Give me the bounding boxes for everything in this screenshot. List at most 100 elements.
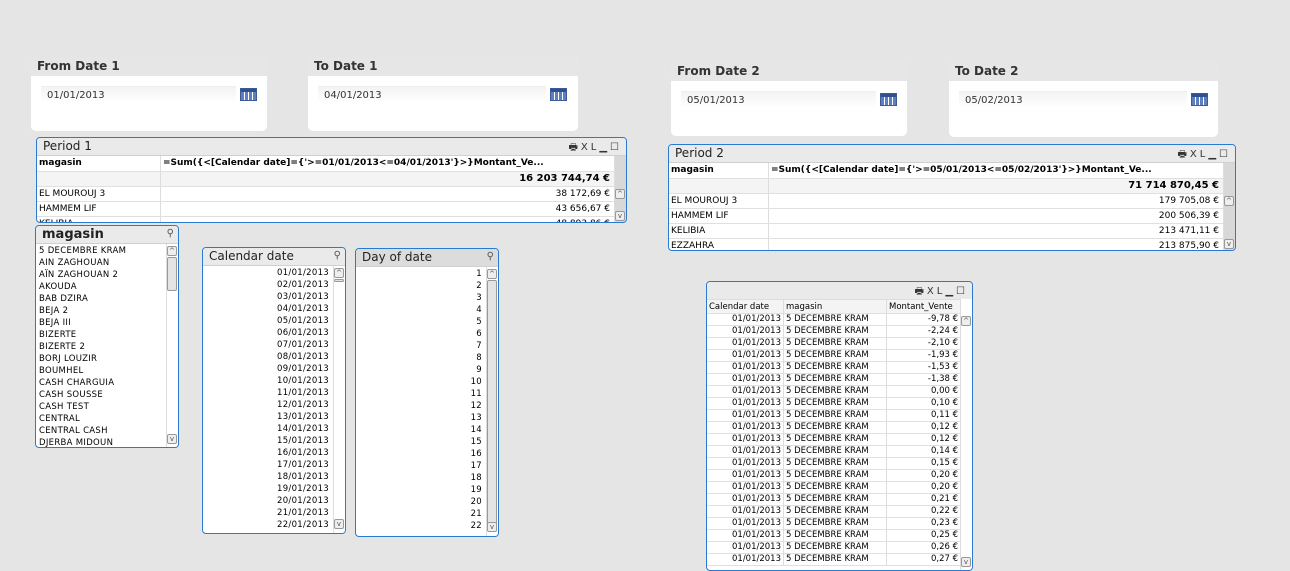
- list-item[interactable]: 11: [359, 388, 482, 400]
- list-item[interactable]: CASH TEST: [39, 401, 162, 413]
- list-item[interactable]: CASH SOUSSE: [39, 389, 162, 401]
- list-item[interactable]: 17: [359, 460, 482, 472]
- scroll-down-button[interactable]: v: [1224, 239, 1234, 249]
- list-item[interactable]: DJERBA MIDOUN: [39, 437, 162, 447]
- scrollbar[interactable]: [1223, 163, 1235, 250]
- to-date-2-input[interactable]: 05/02/2013: [959, 91, 1187, 108]
- column-header[interactable]: magasin: [784, 300, 887, 313]
- list-item[interactable]: 6: [359, 328, 482, 340]
- scroll-up-button[interactable]: ^: [334, 268, 344, 278]
- search-icon[interactable]: ⚲: [167, 228, 174, 239]
- cell-magasin[interactable]: EZZAHRA: [669, 239, 769, 250]
- list-item[interactable]: 1: [359, 268, 482, 280]
- list-item[interactable]: AÏN ZAGHOUAN 2: [39, 269, 162, 281]
- scroll-down-button[interactable]: v: [487, 522, 497, 532]
- scroll-down-button[interactable]: v: [615, 211, 625, 221]
- cell-magasin[interactable]: KELIBIA: [37, 217, 161, 222]
- list-item[interactable]: BEJA 2: [39, 305, 162, 317]
- scrollbar-thumb[interactable]: [487, 280, 497, 530]
- list-item[interactable]: 11/01/2013: [206, 387, 329, 399]
- column-header-magasin[interactable]: magasin: [37, 156, 161, 171]
- list-item[interactable]: 19/01/2013: [206, 483, 329, 495]
- cell-magasin[interactable]: EL MOUROUJ 3: [669, 194, 769, 208]
- maximize-icon[interactable]: ☐: [956, 286, 968, 297]
- list-item[interactable]: 20/01/2013: [206, 495, 329, 507]
- cell-magasin[interactable]: HAMMEM LIF: [37, 202, 161, 216]
- xl-export-icon[interactable]: XL: [581, 142, 599, 153]
- to-date-1-input[interactable]: 04/01/2013: [318, 86, 546, 103]
- from-date-2-input[interactable]: 05/01/2013: [681, 91, 876, 108]
- calendar-icon[interactable]: [550, 88, 567, 101]
- list-item[interactable]: 15/01/2013: [206, 435, 329, 447]
- list-item[interactable]: 7: [359, 340, 482, 352]
- list-item[interactable]: 13/01/2013: [206, 411, 329, 423]
- cell-magasin[interactable]: HAMMEM LIF: [669, 209, 769, 223]
- column-header[interactable]: Montant_Vente: [887, 300, 961, 313]
- list-item[interactable]: 05/01/2013: [206, 315, 329, 327]
- list-item[interactable]: CASH CHARGUIA: [39, 377, 162, 389]
- xl-export-icon[interactable]: XL: [927, 286, 945, 297]
- list-item[interactable]: 20: [359, 496, 482, 508]
- list-item[interactable]: 17/01/2013: [206, 459, 329, 471]
- list-item[interactable]: BIZERTE 2: [39, 341, 162, 353]
- list-item[interactable]: BORJ LOUZIR: [39, 353, 162, 365]
- list-item[interactable]: 21: [359, 508, 482, 520]
- column-header-sum-expression[interactable]: =Sum({<[Calendar date]={'>=05/01/2013<=0…: [769, 163, 1221, 178]
- list-item[interactable]: 13: [359, 412, 482, 424]
- xl-export-icon[interactable]: XL: [1190, 149, 1208, 160]
- list-item[interactable]: AIN ZAGHOUAN: [39, 257, 162, 269]
- scroll-up-button[interactable]: ^: [487, 269, 497, 279]
- cell-magasin[interactable]: KELIBIA: [669, 224, 769, 238]
- list-item[interactable]: 04/01/2013: [206, 303, 329, 315]
- list-item[interactable]: AKOUDA: [39, 281, 162, 293]
- scroll-up-button[interactable]: ^: [961, 316, 971, 326]
- list-item[interactable]: 07/01/2013: [206, 339, 329, 351]
- calendar-icon[interactable]: [880, 93, 897, 106]
- list-item[interactable]: BOUMHEL: [39, 365, 162, 377]
- print-icon[interactable]: 🖶: [914, 286, 926, 297]
- list-item[interactable]: 18/01/2013: [206, 471, 329, 483]
- column-header-sum-expression[interactable]: =Sum({<[Calendar date]={'>=01/01/2013<=0…: [161, 156, 612, 171]
- list-item[interactable]: 4: [359, 304, 482, 316]
- minimize-icon[interactable]: ▁: [945, 286, 956, 297]
- list-item[interactable]: 22/01/2013: [206, 519, 329, 531]
- minimize-icon[interactable]: ▁: [599, 142, 610, 153]
- scroll-down-button[interactable]: v: [961, 557, 971, 567]
- list-item[interactable]: 15: [359, 436, 482, 448]
- list-item[interactable]: 08/01/2013: [206, 351, 329, 363]
- scroll-up-button[interactable]: ^: [615, 189, 625, 199]
- list-item[interactable]: 12: [359, 400, 482, 412]
- list-item[interactable]: 03/01/2013: [206, 291, 329, 303]
- scrollbar-thumb[interactable]: [334, 279, 344, 282]
- list-item[interactable]: 14/01/2013: [206, 423, 329, 435]
- scrollbar[interactable]: [960, 299, 972, 570]
- list-item[interactable]: 19: [359, 484, 482, 496]
- search-icon[interactable]: ⚲: [334, 250, 341, 261]
- list-item[interactable]: 10: [359, 376, 482, 388]
- list-item[interactable]: 9: [359, 364, 482, 376]
- list-item[interactable]: CENTRAL: [39, 413, 162, 425]
- list-item[interactable]: BEJA III: [39, 317, 162, 329]
- list-item[interactable]: 01/01/2013: [206, 267, 329, 279]
- print-icon[interactable]: 🖶: [1177, 149, 1189, 160]
- list-item[interactable]: 5 DECEMBRE KRAM: [39, 245, 162, 257]
- list-item[interactable]: 5: [359, 316, 482, 328]
- scroll-down-button[interactable]: v: [334, 519, 344, 529]
- minimize-icon[interactable]: ▁: [1208, 149, 1219, 160]
- list-item[interactable]: 16: [359, 448, 482, 460]
- maximize-icon[interactable]: ☐: [610, 142, 622, 153]
- scroll-down-button[interactable]: v: [167, 434, 177, 444]
- list-item[interactable]: 02/01/2013: [206, 279, 329, 291]
- scrollbar[interactable]: [333, 266, 345, 533]
- list-item[interactable]: 12/01/2013: [206, 399, 329, 411]
- print-icon[interactable]: 🖶: [568, 142, 580, 153]
- list-item[interactable]: 2: [359, 280, 482, 292]
- list-item[interactable]: 18: [359, 472, 482, 484]
- list-item[interactable]: 3: [359, 292, 482, 304]
- list-item[interactable]: 10/01/2013: [206, 375, 329, 387]
- column-header-magasin[interactable]: magasin: [669, 163, 769, 178]
- list-item[interactable]: BIZERTE: [39, 329, 162, 341]
- maximize-icon[interactable]: ☐: [1219, 149, 1231, 160]
- list-item[interactable]: 16/01/2013: [206, 447, 329, 459]
- list-item[interactable]: 22: [359, 520, 482, 532]
